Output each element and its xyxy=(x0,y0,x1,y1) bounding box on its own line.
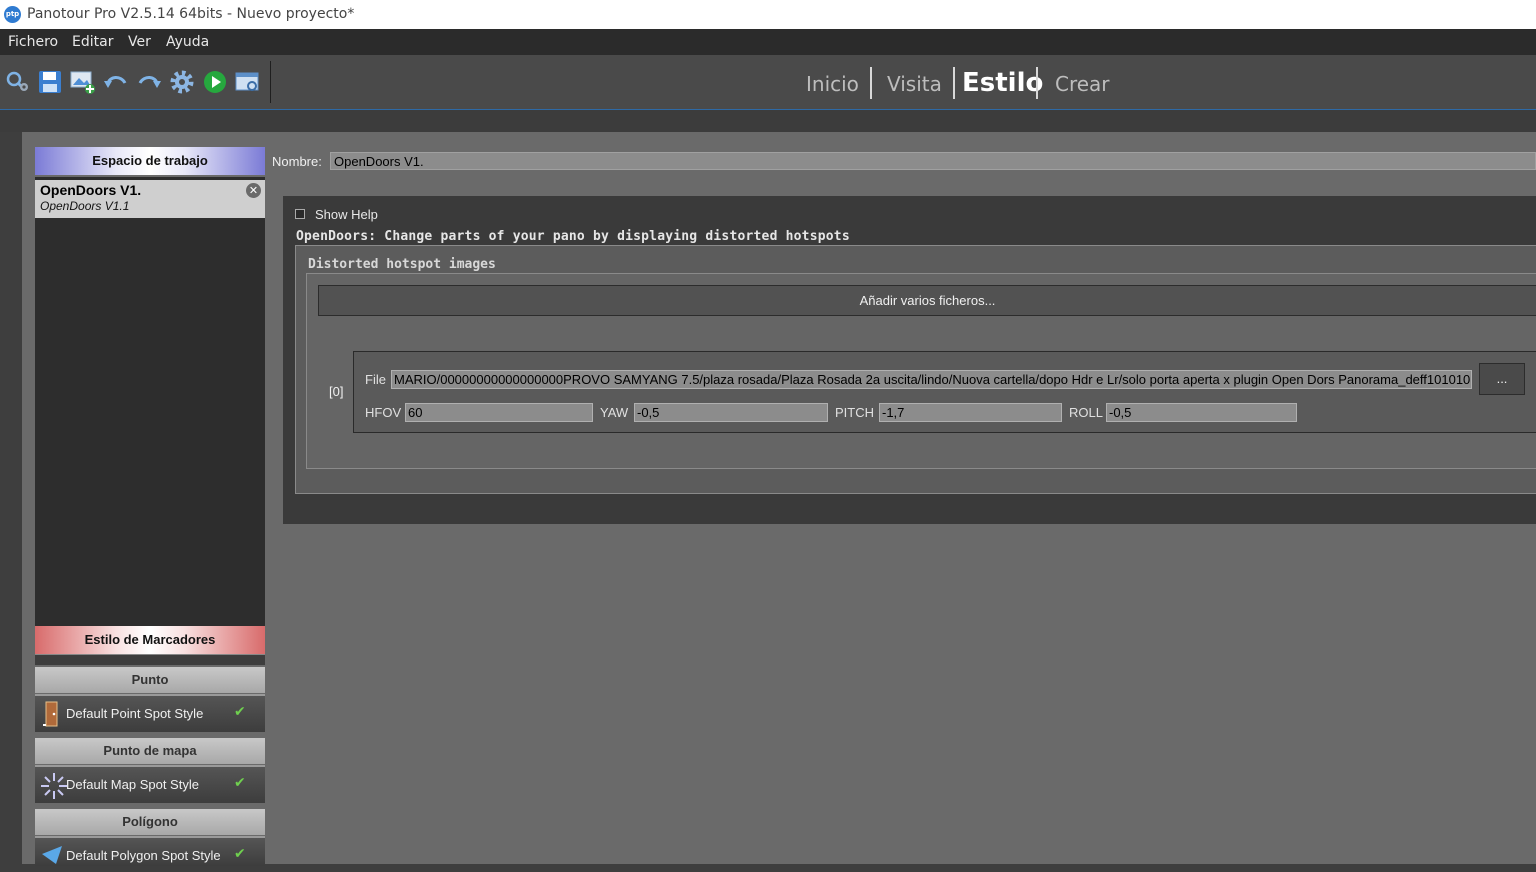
menu-fichero[interactable]: Fichero xyxy=(8,34,58,50)
play-icon[interactable] xyxy=(202,69,228,95)
roll-field[interactable]: -0,5 xyxy=(1106,403,1297,422)
tab-separator xyxy=(870,67,872,99)
app-logo-icon: ptp xyxy=(4,6,21,23)
category-punto[interactable]: Punto xyxy=(35,667,265,693)
category-poligono[interactable]: Polígono xyxy=(35,809,265,835)
menu-editar[interactable]: Editar xyxy=(72,34,113,50)
name-label: Nombre: xyxy=(272,154,322,169)
menu-ver[interactable]: Ver xyxy=(128,34,151,50)
markers-divider xyxy=(35,654,265,665)
project-subtitle: OpenDoors V1.1 xyxy=(40,199,130,213)
window-title: Panotour Pro V2.5.14 64bits - Nuevo proy… xyxy=(27,6,355,22)
gear-icon[interactable] xyxy=(169,69,195,95)
hfov-label: HFOV xyxy=(365,405,402,420)
browse-button[interactable]: ... xyxy=(1479,363,1525,395)
group-title: Distorted hotspot images xyxy=(308,257,496,272)
polygon-style-label: Default Polygon Spot Style xyxy=(66,848,221,863)
workspace-list xyxy=(35,177,265,626)
name-input[interactable] xyxy=(330,152,1536,170)
roll-label: ROLL xyxy=(1069,405,1103,420)
menu-ayuda[interactable]: Ayuda xyxy=(166,34,209,50)
map-style-row[interactable]: Default Map Spot Style ✔ xyxy=(35,765,265,803)
title-bar: ptp Panotour Pro V2.5.14 64bits - Nuevo … xyxy=(0,0,1536,29)
tab-crear[interactable]: Crear xyxy=(1055,72,1110,96)
starburst-icon xyxy=(40,772,67,800)
preview-window-icon[interactable] xyxy=(235,69,261,95)
door-icon xyxy=(40,700,64,728)
check-icon: ✔ xyxy=(234,846,246,862)
toolbar-separator xyxy=(270,61,271,103)
show-help-checkbox[interactable] xyxy=(295,209,305,219)
file-label: File xyxy=(365,372,386,387)
tab-estilo[interactable]: Estilo xyxy=(962,68,1043,98)
save-icon[interactable] xyxy=(37,69,63,95)
toolbar-bottom-strip xyxy=(0,110,1536,132)
check-icon: ✔ xyxy=(234,775,246,791)
menu-bar: Fichero Editar Ver Ayuda xyxy=(0,29,1536,55)
close-icon[interactable]: ✕ xyxy=(246,183,261,198)
point-style-label: Default Point Spot Style xyxy=(66,706,204,721)
toolbar xyxy=(0,55,1536,110)
file-path-field[interactable]: MARIO/00000000000000000PROVO SAMYANG 7.5… xyxy=(391,370,1472,389)
project-name: OpenDoors V1. xyxy=(40,182,142,198)
undo-icon[interactable] xyxy=(103,69,129,95)
tab-visita[interactable]: Visita xyxy=(887,72,942,96)
yaw-field[interactable]: -0,5 xyxy=(634,403,828,422)
add-panorama-icon[interactable] xyxy=(70,69,96,95)
tab-separator xyxy=(953,67,955,99)
plugin-title: OpenDoors: Change parts of your pano by … xyxy=(296,229,850,244)
tab-separator xyxy=(1036,67,1038,99)
tab-inicio[interactable]: Inicio xyxy=(806,72,859,96)
redo-icon[interactable] xyxy=(136,69,162,95)
add-files-button[interactable]: Añadir varios ficheros... xyxy=(318,285,1536,316)
hfov-field[interactable]: 60 xyxy=(405,403,593,422)
pitch-field[interactable]: -1,7 xyxy=(879,403,1062,422)
markers-header: Estilo de Marcadores xyxy=(35,626,265,654)
category-punto-de-mapa[interactable]: Punto de mapa xyxy=(35,738,265,764)
pitch-label: PITCH xyxy=(835,405,874,420)
polygon-icon xyxy=(40,844,64,872)
project-item[interactable]: OpenDoors V1. OpenDoors V1.1 ✕ xyxy=(35,180,265,218)
yaw-label: YAW xyxy=(600,405,629,420)
workspace-header: Espacio de trabajo xyxy=(35,147,265,175)
check-icon: ✔ xyxy=(234,704,246,720)
item-index: [0] xyxy=(329,384,344,399)
show-help-label[interactable]: Show Help xyxy=(315,207,378,222)
map-style-label: Default Map Spot Style xyxy=(66,777,199,792)
point-style-row[interactable]: Default Point Spot Style ✔ xyxy=(35,694,265,732)
search-settings-icon[interactable] xyxy=(4,69,30,95)
polygon-style-row[interactable]: Default Polygon Spot Style ✔ xyxy=(35,836,265,866)
